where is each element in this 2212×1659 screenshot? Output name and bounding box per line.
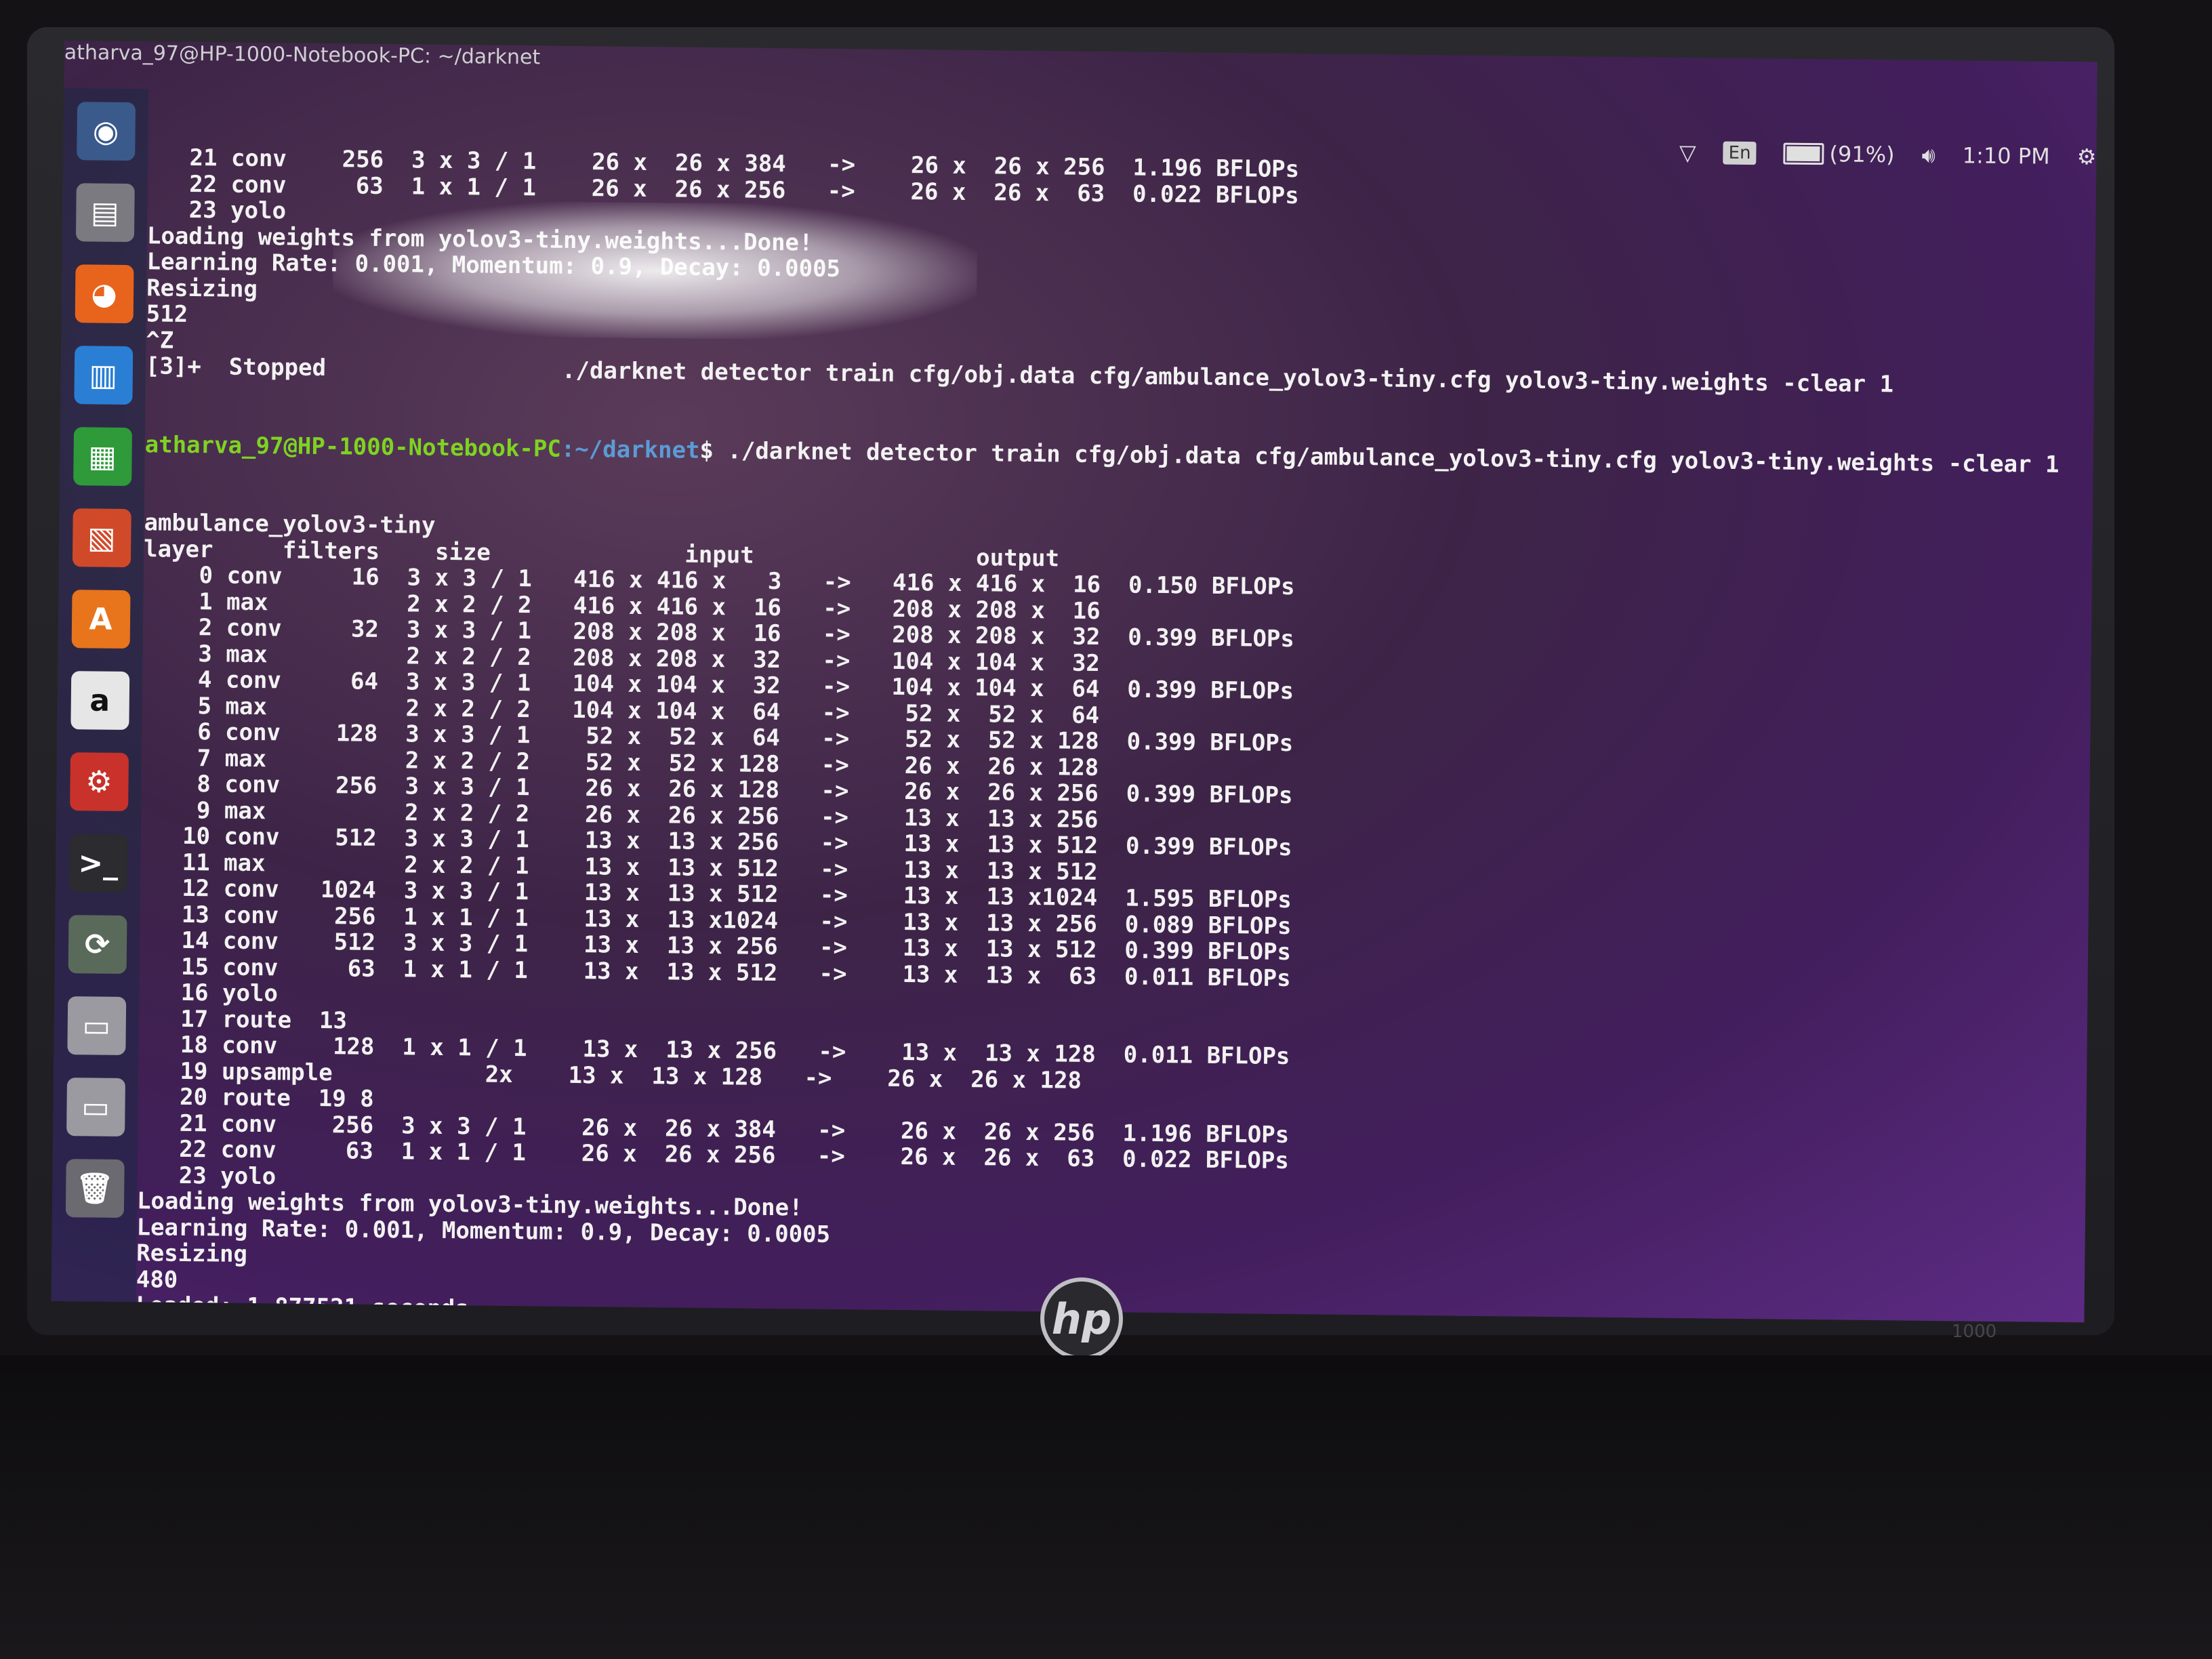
drive-icon[interactable]: ▭ [66,996,126,1056]
keyboard-deck [0,1355,2212,1659]
hp-logo: hp [1040,1277,1123,1360]
laptop-screen: atharva_97@HP-1000-Notebook-PC: ~/darkne… [51,41,2097,1323]
writer-icon[interactable]: ▥ [73,346,133,405]
model-number: 1000 [1952,1322,1997,1342]
system-settings-icon[interactable]: ⚙ [69,752,129,812]
prompt-user: atharva_97@HP-1000-Notebook-PC [144,430,562,463]
terminal-window-title: atharva_97@HP-1000-Notebook-PC: ~/darkne… [64,41,541,70]
amazon-icon[interactable]: a [70,671,129,731]
unity-launcher: ◉ ▤ ◕ ▥ ▦ ▧ Aa ⚙ >_ ⟳ ▭ ▭ 🗑 [51,87,149,1303]
firefox-icon[interactable]: ◕ [75,264,134,324]
prompt-path: :~/darknet [560,435,700,464]
prompt-line: atharva_97@HP-1000-Notebook-PC:~/darknet… [144,430,2093,478]
trash-icon[interactable]: 🗑 [65,1159,125,1218]
ubuntu-dash-icon[interactable]: ◉ [76,102,136,161]
terminal-lines-after: ambulance_yolov3-tiny layer filters size … [136,509,2093,1322]
impress-icon[interactable]: ▧ [72,508,131,568]
calc-icon[interactable]: ▦ [73,427,132,487]
terminal-icon[interactable]: >_ [68,834,128,893]
prompt-command: $ ./darknet detector train cfg/obj.data … [699,436,2060,478]
files-icon[interactable]: ▤ [75,183,135,243]
terminal-lines-before: 21 conv 256 3 x 3 / 1 26 x 26 x 384 -> 2… [146,144,2096,400]
software-center-icon[interactable]: A [71,590,131,649]
terminal-output[interactable]: 21 conv 256 3 x 3 / 1 26 x 26 x 384 -> 2… [136,92,2097,1322]
software-updater-icon[interactable]: ⟳ [68,915,127,975]
drive-icon-2[interactable]: ▭ [66,1078,125,1137]
